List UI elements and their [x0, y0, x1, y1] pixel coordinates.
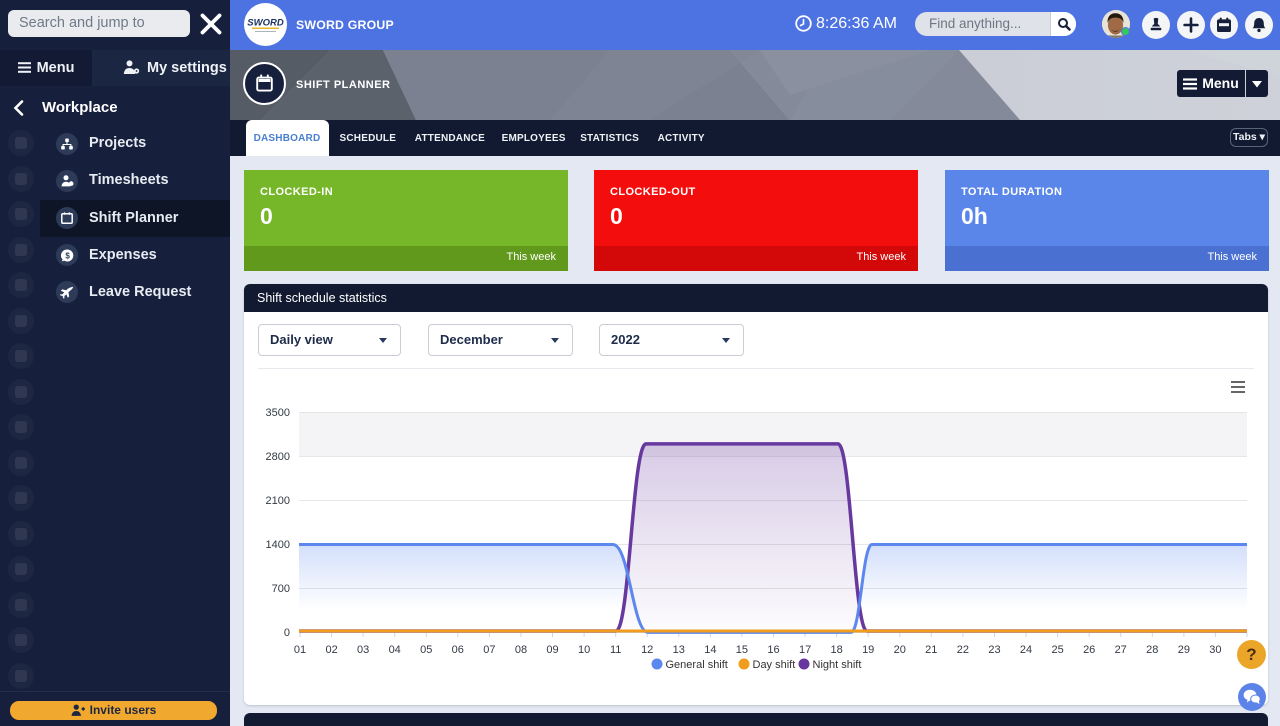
- svg-text:03: 03: [357, 644, 369, 656]
- svg-text:14: 14: [704, 644, 716, 656]
- svg-text:Night shift: Night shift: [813, 659, 862, 671]
- svg-text:15: 15: [736, 644, 748, 656]
- svg-text:19: 19: [862, 644, 874, 656]
- svg-text:08: 08: [515, 644, 527, 656]
- svg-text:05: 05: [420, 644, 432, 656]
- svg-text:General shift: General shift: [666, 659, 728, 671]
- svg-text:SWORD: SWORD: [247, 18, 284, 29]
- svg-text:11: 11: [610, 644, 621, 656]
- svg-text:01: 01: [294, 644, 306, 656]
- svg-text:06: 06: [452, 644, 464, 656]
- svg-text:$: $: [65, 251, 70, 260]
- svg-text:700: 700: [272, 583, 290, 595]
- svg-text:0: 0: [284, 627, 290, 639]
- svg-text:21: 21: [925, 644, 937, 656]
- svg-text:29: 29: [1178, 644, 1190, 656]
- svg-text:2100: 2100: [266, 495, 290, 507]
- svg-text:17: 17: [799, 644, 811, 656]
- svg-text:18: 18: [830, 644, 842, 656]
- svg-text:28: 28: [1146, 644, 1158, 656]
- svg-text:16: 16: [767, 644, 779, 656]
- svg-text:12: 12: [641, 644, 653, 656]
- svg-text:09: 09: [546, 644, 558, 656]
- svg-text:04: 04: [389, 644, 401, 656]
- svg-text:25: 25: [1051, 644, 1063, 656]
- svg-text:26: 26: [1083, 644, 1095, 656]
- svg-text:20: 20: [894, 644, 906, 656]
- svg-text:3500: 3500: [266, 407, 290, 419]
- svg-text:07: 07: [483, 644, 495, 656]
- svg-text:23: 23: [988, 644, 1000, 656]
- svg-text:02: 02: [325, 644, 337, 656]
- svg-text:1400: 1400: [266, 539, 290, 551]
- svg-text:2800: 2800: [266, 451, 290, 463]
- svg-text:27: 27: [1115, 644, 1127, 656]
- svg-text:22: 22: [957, 644, 969, 656]
- svg-text:24: 24: [1020, 644, 1032, 656]
- svg-text:Day shift: Day shift: [753, 659, 796, 671]
- svg-text:30: 30: [1209, 644, 1221, 656]
- svg-text:10: 10: [578, 644, 590, 656]
- svg-text:13: 13: [673, 644, 685, 656]
